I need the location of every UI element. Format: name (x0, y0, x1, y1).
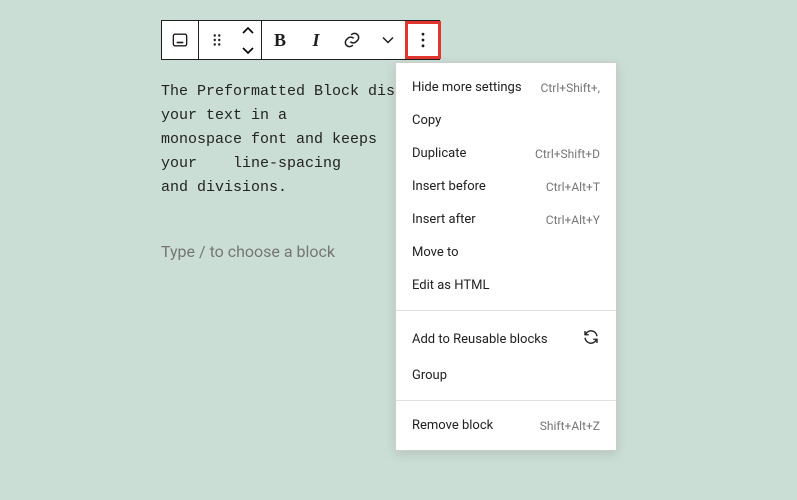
menu-hide-more-settings[interactable]: Hide more settings Ctrl+Shift+, (396, 71, 616, 104)
block-type-button[interactable] (162, 21, 198, 59)
menu-section-3: Remove block Shift+Alt+Z (396, 401, 616, 450)
menu-section-2: Add to Reusable blocks Group (396, 311, 616, 401)
menu-item-shortcut: Shift+Alt+Z (540, 419, 600, 433)
toolbar-group-options (407, 21, 439, 59)
menu-item-label: Duplicate (412, 146, 466, 161)
chevron-up-icon (241, 26, 255, 36)
menu-copy[interactable]: Copy (396, 104, 616, 137)
block-movers (235, 21, 261, 59)
menu-item-label: Copy (412, 113, 441, 128)
drag-handle-icon (208, 31, 226, 49)
menu-item-shortcut: Ctrl+Alt+Y (546, 213, 600, 227)
menu-item-label: Insert before (412, 179, 486, 194)
menu-item-label: Group (412, 368, 447, 383)
menu-insert-after[interactable]: Insert after Ctrl+Alt+Y (396, 203, 616, 236)
refresh-icon (582, 328, 600, 350)
menu-item-label: Add to Reusable blocks (412, 332, 548, 347)
move-up-button[interactable] (235, 21, 261, 40)
menu-item-shortcut: Ctrl+Shift+, (541, 81, 600, 95)
menu-item-label: Edit as HTML (412, 278, 489, 293)
toolbar-group-formatting: B I (262, 21, 407, 59)
block-toolbar: B I (161, 20, 440, 60)
menu-item-label: Move to (412, 245, 459, 260)
drag-handle-button[interactable] (199, 21, 235, 59)
menu-item-shortcut: Ctrl+Shift+D (535, 147, 600, 161)
menu-edit-as-html[interactable]: Edit as HTML (396, 269, 616, 302)
menu-duplicate[interactable]: Duplicate Ctrl+Shift+D (396, 137, 616, 170)
block-options-menu: Hide more settings Ctrl+Shift+, Copy Dup… (395, 62, 617, 451)
link-button[interactable] (334, 21, 370, 59)
toolbar-group-block-type (162, 21, 199, 59)
italic-button[interactable]: I (298, 21, 334, 59)
toolbar-group-movers (199, 21, 262, 59)
menu-item-shortcut: Ctrl+Alt+T (546, 180, 600, 194)
menu-add-reusable[interactable]: Add to Reusable blocks (396, 319, 616, 359)
link-icon (342, 30, 362, 50)
menu-item-label: Insert after (412, 212, 476, 227)
menu-remove-block[interactable]: Remove block Shift+Alt+Z (396, 409, 616, 442)
menu-item-label: Remove block (412, 418, 493, 433)
move-down-button[interactable] (235, 40, 261, 59)
more-options-icon (413, 30, 433, 50)
more-options-button[interactable] (405, 21, 441, 59)
preformatted-block-icon (170, 30, 190, 50)
menu-group[interactable]: Group (396, 359, 616, 392)
menu-item-label: Hide more settings (412, 80, 522, 95)
menu-move-to[interactable]: Move to (396, 236, 616, 269)
chevron-down-icon (378, 30, 398, 50)
menu-section-1: Hide more settings Ctrl+Shift+, Copy Dup… (396, 63, 616, 311)
chevron-down-icon (241, 45, 255, 55)
bold-button[interactable]: B (262, 21, 298, 59)
menu-insert-before[interactable]: Insert before Ctrl+Alt+T (396, 170, 616, 203)
more-rich-text-button[interactable] (370, 21, 406, 59)
